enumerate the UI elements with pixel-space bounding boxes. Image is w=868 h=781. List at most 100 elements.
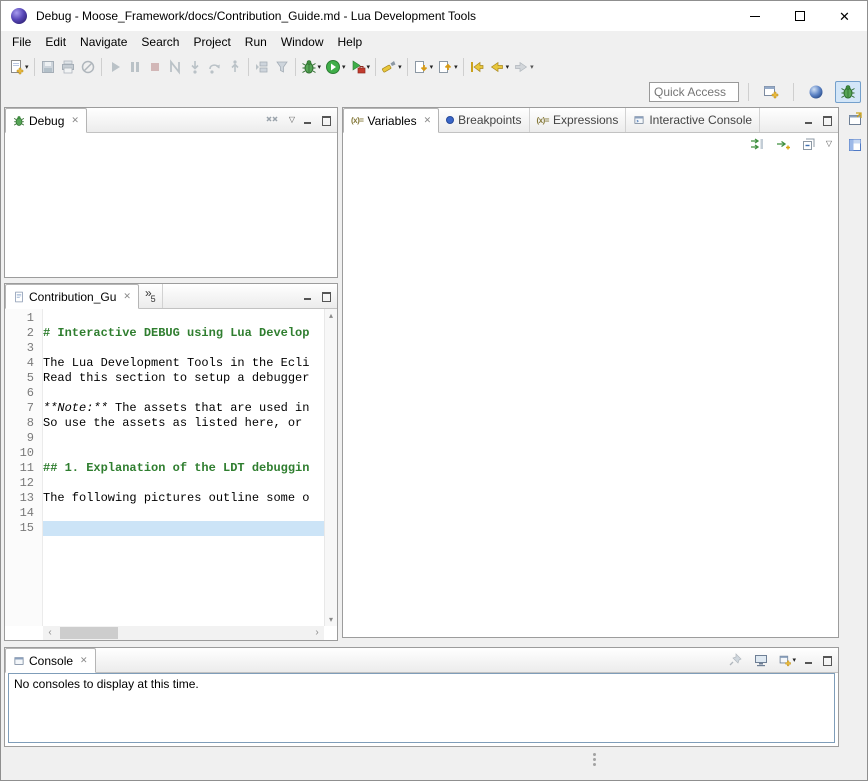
layout-views-button[interactable] — [845, 135, 865, 155]
tab-variables[interactable]: (x)= Variables ✕ — [343, 108, 439, 133]
open-console-button[interactable]: ▾ — [778, 651, 796, 669]
pin-console-button[interactable] — [726, 651, 744, 669]
minimize-view-icon[interactable] — [303, 116, 313, 125]
display-selected-console-button[interactable] — [752, 651, 770, 669]
editor-line[interactable]: 6 — [5, 386, 324, 401]
editor-line[interactable]: 3 — [5, 341, 324, 356]
menu-help[interactable]: Help — [331, 33, 370, 51]
close-icon: ✕ — [839, 10, 850, 23]
close-tab-icon[interactable]: ✕ — [71, 115, 79, 126]
view-menu-icon[interactable]: ▽ — [289, 116, 295, 124]
scroll-right-icon[interactable]: › — [310, 626, 324, 640]
tab-debug[interactable]: Debug ✕ — [5, 108, 87, 133]
back-button[interactable]: ▾ — [487, 55, 512, 79]
flashlight-icon — [381, 59, 397, 75]
scroll-up-icon[interactable]: ▴ — [329, 311, 333, 320]
collapse-all-button[interactable] — [800, 135, 818, 153]
maximize-view-icon[interactable] — [822, 116, 832, 125]
tab-label: Interactive Console — [649, 113, 752, 127]
editor-line[interactable]: 14 — [5, 506, 324, 521]
hidden-editors-chevron[interactable]: » 5 — [139, 284, 163, 308]
quick-access-input[interactable] — [649, 82, 739, 102]
editor-code-area[interactable]: 1 2# Interactive DEBUG using Lua Develop… — [5, 311, 324, 626]
debug-perspective-button[interactable] — [835, 81, 861, 103]
tab-breakpoints[interactable]: Breakpoints — [439, 108, 529, 132]
minimize-view-icon[interactable] — [303, 292, 313, 301]
step-into-button[interactable] — [185, 55, 205, 79]
restore-views-button[interactable] — [845, 109, 865, 129]
step-return-button[interactable] — [225, 55, 245, 79]
open-perspective-button[interactable] — [758, 81, 784, 103]
minimize-view-icon[interactable] — [804, 116, 814, 125]
terminate-button[interactable] — [145, 55, 165, 79]
previous-annotation-button[interactable]: ▾ — [435, 55, 460, 79]
maximize-view-icon[interactable] — [321, 292, 331, 301]
editor-line[interactable]: 11## 1. Explanation of the LDT debuggin — [5, 461, 324, 476]
close-tab-icon[interactable]: ✕ — [424, 115, 432, 126]
window-minimize-button[interactable] — [732, 1, 777, 31]
save-button[interactable] — [38, 55, 58, 79]
tab-contribution-guide[interactable]: Contribution_Gu ✕ — [5, 284, 139, 309]
close-tab-icon[interactable]: ✕ — [80, 655, 88, 666]
menu-edit[interactable]: Edit — [38, 33, 73, 51]
menu-navigate[interactable]: Navigate — [73, 33, 134, 51]
disconnect-button[interactable] — [165, 55, 185, 79]
menu-file[interactable]: File — [5, 33, 38, 51]
show-logical-structures-button[interactable] — [748, 135, 766, 153]
window-close-button[interactable]: ✕ — [822, 1, 867, 31]
menu-search[interactable]: Search — [134, 33, 186, 51]
menu-window[interactable]: Window — [274, 33, 331, 51]
editor-line[interactable]: 4The Lua Development Tools in the Ecli — [5, 356, 324, 371]
window-resize-grip[interactable] — [593, 753, 596, 756]
editor-line[interactable]: 9 — [5, 431, 324, 446]
debug-button[interactable]: ▾ — [299, 55, 324, 79]
line-number: 12 — [5, 476, 43, 491]
print-button[interactable] — [58, 55, 78, 79]
scroll-down-icon[interactable]: ▾ — [329, 615, 333, 624]
external-tools-button[interactable]: ▾ — [348, 55, 373, 79]
forward-button[interactable]: ▾ — [511, 55, 536, 79]
editor-horizontal-scrollbar[interactable]: ‹ › — [43, 626, 324, 640]
skip-all-breakpoints-button[interactable] — [78, 55, 98, 79]
editor-line[interactable]: 12 — [5, 476, 324, 491]
minimize-view-icon[interactable] — [804, 656, 814, 665]
last-edit-location-button[interactable] — [467, 55, 487, 79]
search-button[interactable]: ▾ — [379, 55, 404, 79]
suspend-button[interactable] — [125, 55, 145, 79]
ldt-perspective-button[interactable] — [803, 81, 829, 103]
editor-line[interactable]: 2# Interactive DEBUG using Lua Develop — [5, 326, 324, 341]
view-menu-icon[interactable]: ▽ — [826, 140, 832, 148]
menu-project[interactable]: Project — [186, 33, 237, 51]
use-step-filters-button[interactable] — [272, 55, 292, 79]
new-wizard-button[interactable]: ▾ — [6, 55, 31, 79]
run-button[interactable]: ▾ — [323, 55, 348, 79]
add-watch-button[interactable] — [774, 135, 792, 153]
tab-interactive-console[interactable]: Interactive Console — [626, 108, 760, 132]
app-icon — [11, 8, 27, 24]
menu-run[interactable]: Run — [238, 33, 274, 51]
line-text-emphasis: **Note:** — [43, 401, 108, 416]
scrollbar-thumb[interactable] — [60, 627, 118, 639]
editor-line[interactable]: 10 — [5, 446, 324, 461]
tab-expressions[interactable]: (x)= Expressions — [530, 108, 627, 132]
tab-console[interactable]: Console ✕ — [5, 648, 96, 673]
editor-line[interactable]: 1 — [5, 311, 324, 326]
editor-vertical-scrollbar[interactable]: ▴ ▾ — [324, 309, 337, 626]
toolbar-separator — [295, 58, 296, 76]
editor-line[interactable]: 5Read this section to setup a debugger — [5, 371, 324, 386]
editor-line[interactable]: 15 — [5, 521, 324, 536]
window-maximize-button[interactable] — [777, 1, 822, 31]
editor-line[interactable]: 7**Note:** The assets that are used in — [5, 401, 324, 416]
drop-to-frame-button[interactable] — [252, 55, 272, 79]
close-tab-icon[interactable]: ✕ — [123, 291, 131, 302]
main-toolbar: ▾ — [1, 53, 867, 80]
resume-button[interactable] — [105, 55, 125, 79]
scroll-left-icon[interactable]: ‹ — [43, 626, 57, 640]
editor-line[interactable]: 8So use the assets as listed here, or — [5, 416, 324, 431]
next-annotation-button[interactable]: ▾ — [411, 55, 436, 79]
remove-all-terminated-button[interactable] — [263, 111, 281, 129]
maximize-view-icon[interactable] — [321, 116, 331, 125]
step-over-button[interactable] — [205, 55, 225, 79]
editor-line[interactable]: 13The following pictures outline some o — [5, 491, 324, 506]
maximize-view-icon[interactable] — [822, 656, 832, 665]
